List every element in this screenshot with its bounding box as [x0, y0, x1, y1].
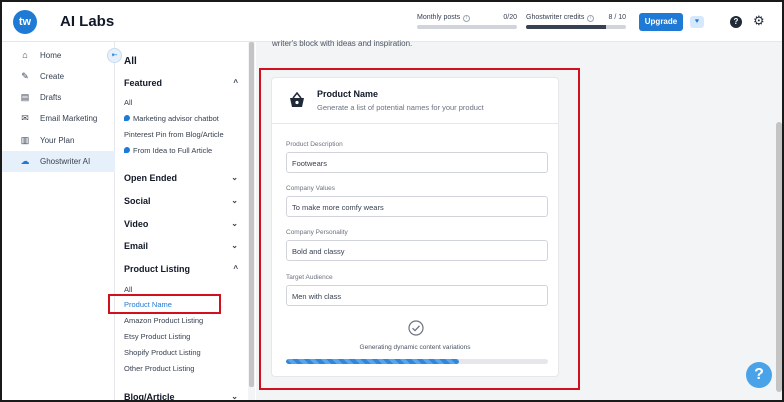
app-window: tw AI Labs Monthly posts i 0/20 Ghostwrit…	[0, 0, 784, 402]
item-label: Marketing advisor chatbot	[133, 114, 219, 123]
sidebar-item-label: Home	[40, 51, 62, 60]
pencil-icon: ✎	[21, 71, 29, 81]
category-scrollbar[interactable]	[248, 42, 255, 400]
chevron-down-icon: ⌄	[231, 219, 238, 228]
product-listing-all[interactable]: All	[124, 285, 132, 294]
home-icon: ⌂	[22, 50, 28, 60]
chevron-down-icon: ⌄	[231, 392, 238, 401]
sidebar-item-home[interactable]: ⌂ Home	[2, 45, 115, 66]
sidebar-item-email-marketing[interactable]: ✉ Email Marketing	[2, 108, 115, 129]
chevron-up-icon: ^	[233, 264, 238, 273]
featured-pinterest-pin[interactable]: Pinterest Pin from Blog/Article	[124, 130, 224, 139]
sidebar-item-label: Ghostwriter AI	[40, 157, 91, 166]
monthly-posts-bar	[417, 25, 517, 29]
help-chat-button[interactable]: ?	[746, 362, 772, 388]
section-title: Product Listing	[124, 264, 190, 274]
info-icon[interactable]: i	[587, 15, 595, 22]
sidebar: ⌂ Home ✎ Create ▤ Drafts ✉ Email Marketi…	[2, 42, 115, 400]
chevron-down-icon: ⌄	[231, 241, 238, 250]
sidebar-item-create[interactable]: ✎ Create	[2, 66, 115, 87]
category-list: All Featured ^ All Marketing advisor cha…	[116, 42, 249, 402]
sidebar-item-label: Your Plan	[40, 136, 75, 145]
category-all[interactable]: All	[124, 56, 137, 67]
product-listing-shopify[interactable]: Shopify Product Listing	[124, 348, 201, 357]
section-email[interactable]: Email ⌄	[124, 241, 238, 251]
monthly-posts-label: Monthly posts	[417, 14, 461, 21]
highlight-box	[259, 68, 580, 390]
section-featured[interactable]: Featured ^	[124, 78, 238, 88]
heart-icon[interactable]: ♥	[690, 16, 704, 28]
mail-icon: ✉	[21, 113, 29, 123]
chevron-down-icon: ⌄	[231, 173, 238, 182]
section-title: Email	[124, 241, 149, 251]
featured-all[interactable]: All	[124, 98, 132, 107]
info-icon[interactable]: i	[463, 15, 471, 22]
credits-label: Ghostwriter credits	[526, 14, 585, 21]
top-bar: tw AI Labs Monthly posts i 0/20 Ghostwrit…	[2, 2, 782, 42]
ghost-icon	[124, 115, 130, 121]
section-blog-article[interactable]: Blog/Article ⌄	[124, 392, 238, 402]
section-title: Featured	[124, 78, 163, 88]
product-listing-etsy[interactable]: Etsy Product Listing	[124, 332, 190, 341]
sidebar-item-drafts[interactable]: ▤ Drafts	[2, 87, 115, 108]
ghost-icon	[124, 147, 130, 153]
item-label: From Idea to Full Article	[133, 146, 213, 155]
chevron-up-icon: ^	[233, 78, 238, 87]
section-title: Video	[124, 219, 149, 229]
document-icon: ▥	[20, 135, 30, 145]
help-icon[interactable]: ?	[730, 16, 742, 28]
sidebar-item-label: Create	[40, 72, 65, 81]
intro-text: writer's block with ideas and inspiratio…	[272, 39, 413, 48]
main-scrollbar[interactable]	[774, 42, 782, 400]
section-title: Social	[124, 196, 151, 206]
upgrade-button[interactable]: Upgrade	[639, 13, 683, 31]
featured-marketing-advisor[interactable]: Marketing advisor chatbot	[124, 114, 219, 123]
chevron-down-icon: ⌄	[231, 196, 238, 205]
credits-bar	[526, 25, 626, 29]
monthly-posts-meter: Monthly posts i 0/20	[417, 14, 517, 29]
brand-logo[interactable]: tw	[13, 10, 37, 34]
product-listing-other[interactable]: Other Product Listing	[124, 364, 194, 373]
credits-count: 8 / 10	[608, 14, 626, 21]
monthly-posts-count: 0/20	[503, 14, 517, 21]
sidebar-item-label: Email Marketing	[40, 114, 98, 123]
section-open-ended[interactable]: Open Ended ⌄	[124, 173, 238, 183]
sidebar-item-your-plan[interactable]: ▥ Your Plan	[2, 130, 115, 151]
featured-idea-to-article[interactable]: From Idea to Full Article	[124, 146, 212, 155]
highlight-box	[108, 294, 221, 314]
section-title: Open Ended	[124, 173, 178, 183]
sidebar-item-ghostwriter-ai[interactable]: ☁ Ghostwriter AI	[2, 151, 115, 172]
section-video[interactable]: Video ⌄	[124, 219, 238, 229]
sidebar-item-label: Drafts	[40, 93, 62, 102]
credits-meter: Ghostwriter credits i 8 / 10	[526, 14, 626, 29]
ghost-icon: ☁	[20, 156, 30, 166]
gear-icon[interactable]: ⚙	[753, 14, 765, 28]
app-title: AI Labs	[60, 13, 115, 30]
section-title: Blog/Article	[124, 392, 175, 402]
product-listing-amazon[interactable]: Amazon Product Listing	[124, 316, 203, 325]
section-product-listing[interactable]: Product Listing ^	[124, 264, 238, 274]
section-social[interactable]: Social ⌄	[124, 196, 238, 206]
drafts-icon: ▤	[20, 92, 30, 102]
